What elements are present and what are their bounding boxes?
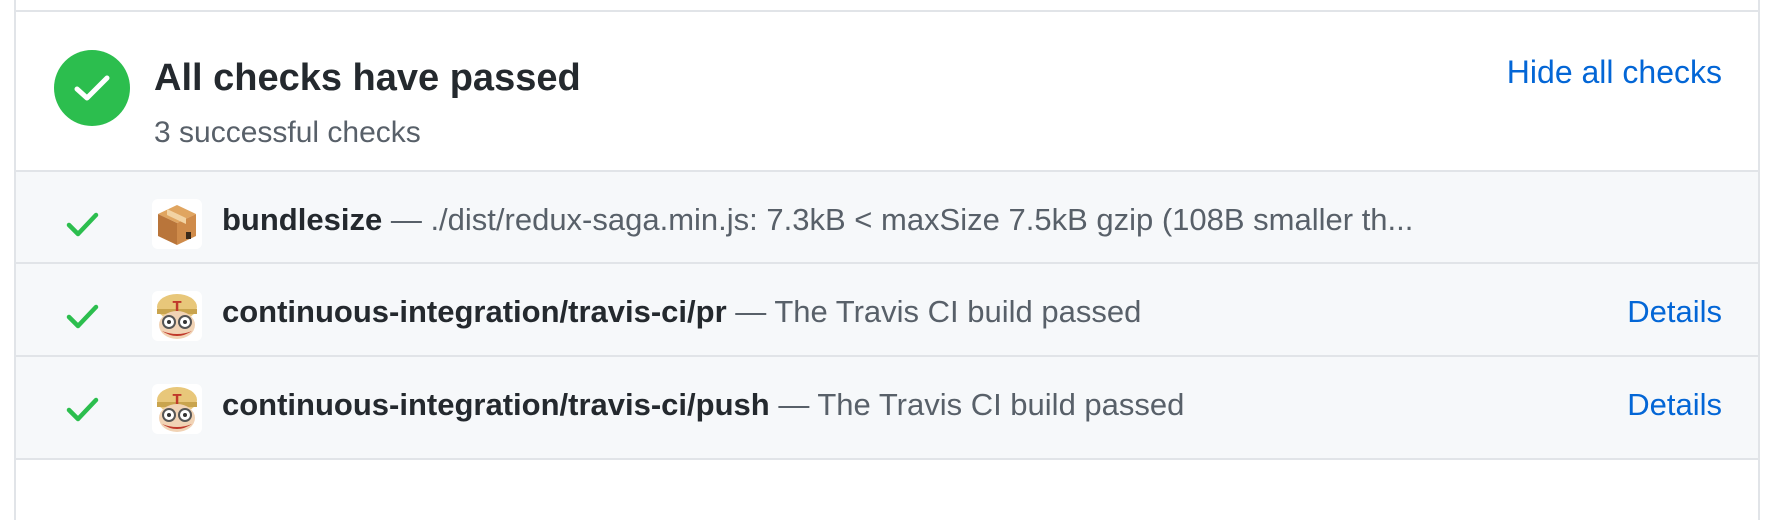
check-name: continuous-integration/travis-ci/push <box>222 387 770 422</box>
divider <box>16 458 1758 460</box>
check-row-travis-push[interactable]: T continuous-integration/travis-ci/push … <box>16 357 1758 460</box>
check-icon <box>66 397 99 422</box>
hide-all-checks-link[interactable]: Hide all checks <box>1507 54 1722 91</box>
check-separator: — <box>726 294 775 329</box>
check-description: ./dist/redux-saga.min.js: 7.3kB < maxSiz… <box>430 202 1414 237</box>
package-box-icon <box>152 199 202 249</box>
check-text: continuous-integration/travis-ci/pr — Th… <box>222 294 1141 330</box>
checks-subtitle: 3 successful checks <box>154 116 421 149</box>
details-link[interactable]: Details <box>1627 294 1722 330</box>
check-icon <box>66 304 99 329</box>
check-icon <box>74 75 110 101</box>
details-link[interactable]: Details <box>1627 387 1722 423</box>
check-separator: — <box>382 202 431 237</box>
travis-ci-mascot-icon: T <box>152 384 202 434</box>
check-icon <box>66 212 99 237</box>
check-text: bundlesize — ./dist/redux-saga.min.js: 7… <box>222 202 1413 238</box>
check-name: bundlesize <box>222 202 383 237</box>
check-text: continuous-integration/travis-ci/push — … <box>222 387 1184 423</box>
check-name: continuous-integration/travis-ci/pr <box>222 294 727 329</box>
check-description: The Travis CI build passed <box>817 387 1185 422</box>
checks-title: All checks have passed <box>154 57 581 99</box>
checks-panel: All checks have passed 3 successful chec… <box>14 0 1760 520</box>
check-description: The Travis CI build passed <box>774 294 1142 329</box>
check-row-travis-pr[interactable]: T continuous-integration/travis-ci/pr — … <box>16 264 1758 367</box>
travis-ci-mascot-icon: T <box>152 291 202 341</box>
check-separator: — <box>769 387 818 422</box>
checks-summary: All checks have passed 3 successful chec… <box>16 12 1758 192</box>
check-row-bundlesize[interactable]: bundlesize — ./dist/redux-saga.min.js: 7… <box>16 172 1758 275</box>
success-status-icon <box>54 50 130 126</box>
